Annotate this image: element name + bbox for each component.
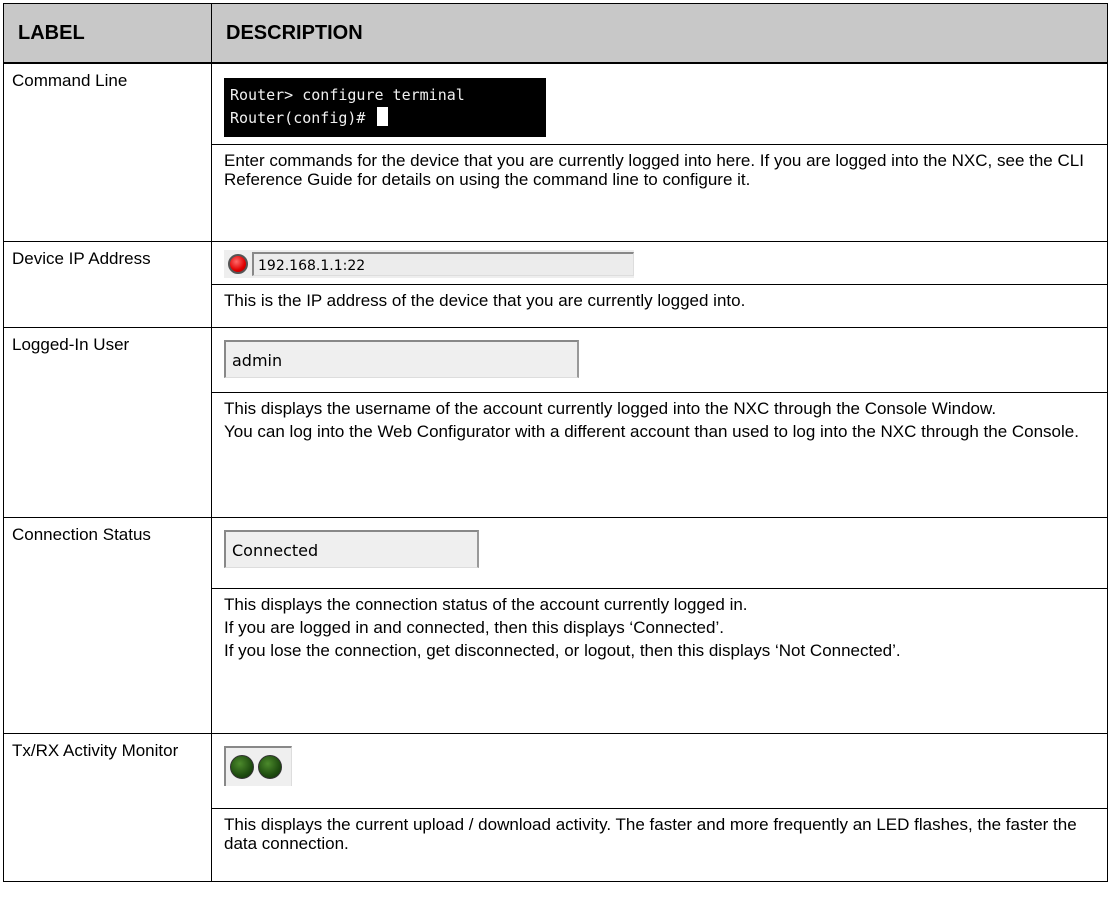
terminal-cursor <box>376 107 388 126</box>
table-row: Connection Status Connected This display… <box>3 517 1108 734</box>
table-row: Device IP Address 192.168.1.1:22 This is… <box>3 241 1108 328</box>
row-description: admin This displays the username of the … <box>211 327 1108 518</box>
row-description: Router> configure terminal Router(config… <box>211 62 1108 242</box>
connection-status-field: Connected <box>224 530 479 568</box>
table-row: Logged-In User admin This displays the u… <box>3 327 1108 518</box>
tx-led-icon <box>230 755 254 779</box>
row-label: Device IP Address <box>3 241 212 328</box>
status-led-icon <box>228 254 248 274</box>
row-description: This displays the current upload / downl… <box>211 733 1108 882</box>
row-label: Logged-In User <box>3 327 212 518</box>
terminal-screenshot: Router> configure terminal Router(config… <box>224 78 546 137</box>
row-description: Connected This displays the connection s… <box>211 517 1108 734</box>
description-text: You can log into the Web Configurator wi… <box>224 422 1079 441</box>
terminal-line-1: Router> configure terminal <box>230 86 465 104</box>
table-row: Tx/RX Activity Monitor This displays the… <box>3 733 1108 882</box>
field-description-table: LABEL DESCRIPTION Command Line Router> c… <box>3 3 1108 882</box>
label-column-header: LABEL <box>3 3 212 64</box>
device-ip-field: 192.168.1.1:22 <box>252 252 634 276</box>
header-row: LABEL DESCRIPTION <box>3 3 1108 64</box>
row-label: Command Line <box>3 62 212 242</box>
row-description: 192.168.1.1:22 This is the IP address of… <box>211 241 1108 328</box>
description-text: This displays the current upload / downl… <box>224 815 1077 853</box>
row-label: Tx/RX Activity Monitor <box>3 733 212 882</box>
table-row: Command Line Router> configure terminal … <box>3 62 1108 242</box>
logged-in-user-field: admin <box>224 340 579 378</box>
description-text: If you lose the connection, get disconne… <box>224 641 901 660</box>
description-column-header: DESCRIPTION <box>211 3 1108 64</box>
description-text: If you are logged in and connected, then… <box>224 618 724 637</box>
terminal-line-2: Router(config)# <box>230 109 375 127</box>
row-label: Connection Status <box>3 517 212 734</box>
rx-led-icon <box>258 755 282 779</box>
description-text: Enter commands for the device that you a… <box>224 151 1084 189</box>
activity-monitor-screenshot <box>224 746 292 786</box>
description-text: This is the IP address of the device tha… <box>224 291 746 310</box>
device-ip-screenshot: 192.168.1.1:22 <box>224 250 634 278</box>
description-text: This displays the username of the accoun… <box>224 399 997 418</box>
description-text: This displays the connection status of t… <box>224 595 748 614</box>
